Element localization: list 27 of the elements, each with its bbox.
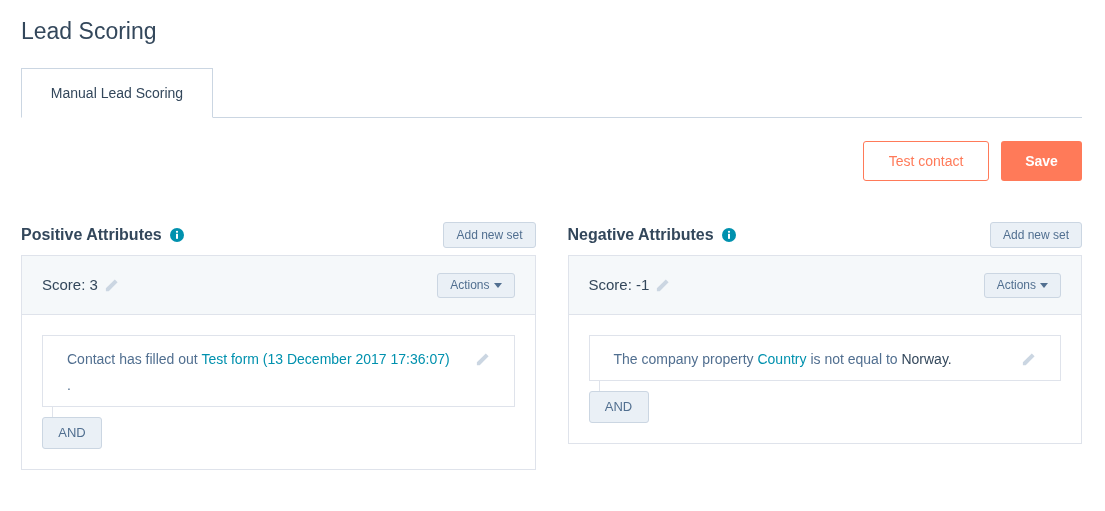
add-new-set-button[interactable]: Add new set — [989, 222, 1082, 248]
pencil-icon[interactable] — [1021, 352, 1036, 367]
and-button[interactable]: AND — [588, 391, 649, 423]
score-label: Score: 3 — [42, 274, 98, 295]
section-title: Positive Attributes — [21, 225, 162, 245]
tab[interactable]: Manual Lead Scoring — [21, 68, 213, 118]
caret-icon — [1040, 282, 1048, 288]
rule-text: The company property Country is not equal to Norway. — [613, 350, 953, 368]
save-button[interactable]: Save — [1001, 141, 1082, 181]
pencil-icon[interactable] — [103, 277, 119, 293]
add-new-set-button[interactable]: Add new set — [443, 222, 536, 248]
rule-text: Contact has filled out Test form (13 December 2017 17:36:07) — [67, 350, 451, 368]
info-icon[interactable] — [169, 228, 184, 242]
pencil-icon[interactable] — [655, 277, 671, 293]
actions-dropdown[interactable]: Actions — [437, 272, 515, 298]
test-contact-button[interactable]: Test contact — [863, 141, 989, 181]
actions-dropdown[interactable]: Actions — [983, 272, 1061, 298]
rule-link[interactable]: Test form (13 December 2017 17:36:07) — [201, 351, 450, 367]
and-button[interactable]: AND — [42, 417, 102, 449]
section-title: Negative Attributes — [567, 225, 714, 245]
caret-icon — [493, 282, 502, 288]
score-label: Score: -1 — [588, 274, 650, 295]
rule-text: . — [67, 376, 71, 394]
pencil-icon[interactable] — [474, 352, 490, 367]
page-title: Lead Scoring — [21, 17, 158, 46]
rule-link[interactable]: Country — [757, 351, 807, 367]
info-icon[interactable] — [721, 228, 736, 242]
